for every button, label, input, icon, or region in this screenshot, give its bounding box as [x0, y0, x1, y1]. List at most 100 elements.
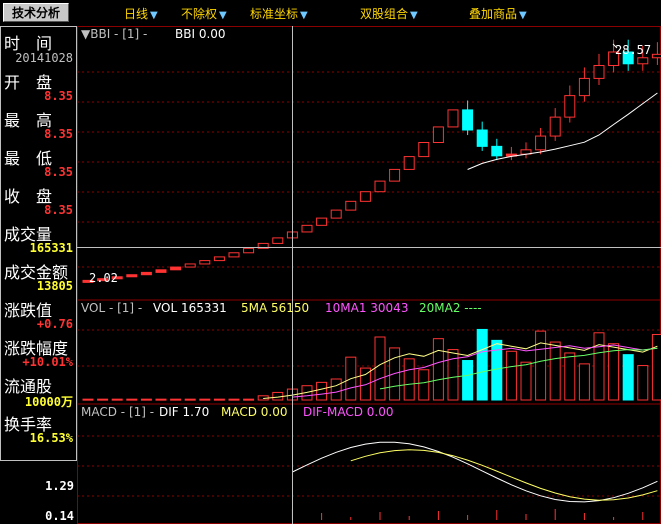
candle-body	[535, 135, 547, 151]
volume-bar	[228, 398, 240, 401]
open-value: 8.35	[44, 89, 73, 103]
candle-body	[491, 145, 503, 157]
close-value: 8.35	[44, 203, 73, 217]
chevron-down-icon: ▼	[410, 10, 418, 21]
macd-value-label: MACD 0.00	[221, 405, 288, 419]
date-value: 20141028	[15, 51, 73, 65]
chevron-down-icon: ▼	[519, 10, 527, 21]
volume-bar	[608, 343, 620, 401]
volume-bar	[520, 361, 532, 401]
menu-scale[interactable]: 标准坐标 ▼	[250, 5, 308, 22]
macd-panel-name: MACD - [1] -	[81, 405, 154, 419]
volume-bar	[316, 381, 328, 401]
candle-body	[272, 237, 284, 244]
candle-body	[359, 191, 371, 202]
volume-bar	[432, 338, 444, 401]
bbi-value-label: BBI 0.00	[175, 27, 226, 41]
volume-bar	[564, 352, 576, 401]
volume-bar	[213, 398, 225, 401]
volume-bar	[82, 398, 94, 401]
macd-dif-label: DIF 1.70	[159, 405, 209, 419]
toolbar: 技术分析 日线 ▼ 不除权 ▼ 标准坐标 ▼ 双股组合 ▼ 叠加商品 ▼	[0, 0, 661, 26]
candle-body	[651, 53, 661, 59]
candle-body	[199, 260, 211, 265]
candle-body	[549, 116, 561, 137]
volume-bar	[374, 336, 386, 401]
axis-label-2: 0.14	[45, 509, 74, 523]
candle-body	[637, 57, 649, 65]
candle-body	[564, 95, 576, 118]
volume-bar	[549, 341, 561, 401]
volume-bar	[447, 349, 459, 401]
axis-label-1: 1.29	[45, 479, 74, 493]
candle-body	[345, 200, 357, 211]
volume-bar	[184, 398, 196, 401]
volume-bar	[330, 378, 342, 401]
volume-bar	[243, 398, 255, 401]
candle-body	[330, 209, 342, 219]
candle-body	[213, 256, 225, 262]
turnover-value: 16.53%	[29, 431, 73, 445]
candle-body	[301, 224, 313, 233]
candle-body	[316, 217, 328, 226]
candle-body	[140, 271, 152, 276]
candle-body	[155, 269, 167, 273]
volume-bar	[476, 328, 488, 401]
chevron-down-icon: ▼	[150, 10, 158, 21]
volume-bar	[637, 365, 649, 401]
menu-overlay[interactable]: 叠加商品 ▼	[469, 5, 527, 22]
candle-body	[126, 274, 138, 278]
volume-bar	[403, 358, 415, 401]
volume-bar	[578, 363, 590, 401]
macd-axis-labels: 1.29 0.14	[0, 461, 77, 524]
candle-body	[403, 156, 415, 170]
low-value: 8.35	[44, 165, 73, 179]
candle-body	[593, 65, 605, 79]
volume-bar	[505, 350, 517, 401]
volume-bar	[535, 330, 547, 401]
candle-body	[447, 109, 459, 128]
high-price-annotation: 28.57	[615, 43, 651, 57]
change-value: +0.76	[36, 317, 73, 331]
chevron-down-icon: ▼	[219, 10, 227, 21]
volume-bar	[199, 398, 211, 401]
menu-compare[interactable]: 双股组合 ▼	[360, 5, 418, 22]
candle-body	[418, 141, 430, 158]
candle-body	[476, 129, 488, 147]
candle-body	[432, 126, 444, 143]
vol-ma5-label: 5MA 56150	[241, 301, 309, 315]
float-shares-value: 10000万	[24, 395, 73, 409]
volume-bar	[418, 369, 430, 401]
menu-period[interactable]: 日线 ▼	[124, 5, 158, 22]
quote-info-panel: 时 间 20141028 开 盘 8.35 最 高 8.35 最 低 8.35 …	[0, 26, 77, 461]
volume-bar	[111, 398, 123, 401]
volume-bar	[593, 332, 605, 401]
candle-body	[462, 109, 474, 131]
volume-bar	[140, 398, 152, 401]
candle-body	[243, 247, 255, 254]
stock-chart[interactable]: ▼BBI - [1] - BBI 0.00 VOL - [1] - VOL 16…	[77, 26, 661, 524]
volume-bar	[97, 398, 109, 401]
vol-panel-name: VOL - [1] -	[81, 301, 142, 315]
volume-value: 165331	[29, 241, 73, 255]
candle-body	[228, 252, 240, 258]
volume-bar	[651, 333, 661, 401]
low-price-annotation: 2.02	[89, 271, 118, 285]
tech-analysis-tab[interactable]: 技术分析	[3, 3, 69, 22]
amount-value: 13805	[36, 279, 73, 293]
menu-adjust[interactable]: 不除权 ▼	[181, 5, 227, 22]
candle-body	[184, 263, 196, 268]
high-value: 8.35	[44, 127, 73, 141]
vol-ma10-label: 10MA1 30043	[325, 301, 408, 315]
candle-body	[374, 180, 386, 193]
dif-macd-label: DIF-MACD 0.00	[303, 405, 394, 419]
volume-bar	[359, 367, 371, 401]
main-panel-name: ▼BBI - [1] -	[81, 27, 147, 41]
volume-bar	[170, 398, 182, 401]
volume-bar	[155, 398, 167, 401]
vol-value-label: VOL 165331	[153, 301, 227, 315]
volume-bar	[622, 354, 634, 401]
change-pct-value: +10.01%	[22, 355, 73, 369]
candle-body	[578, 77, 590, 97]
vol-ma20-label: 20MA2 ----	[419, 301, 482, 315]
